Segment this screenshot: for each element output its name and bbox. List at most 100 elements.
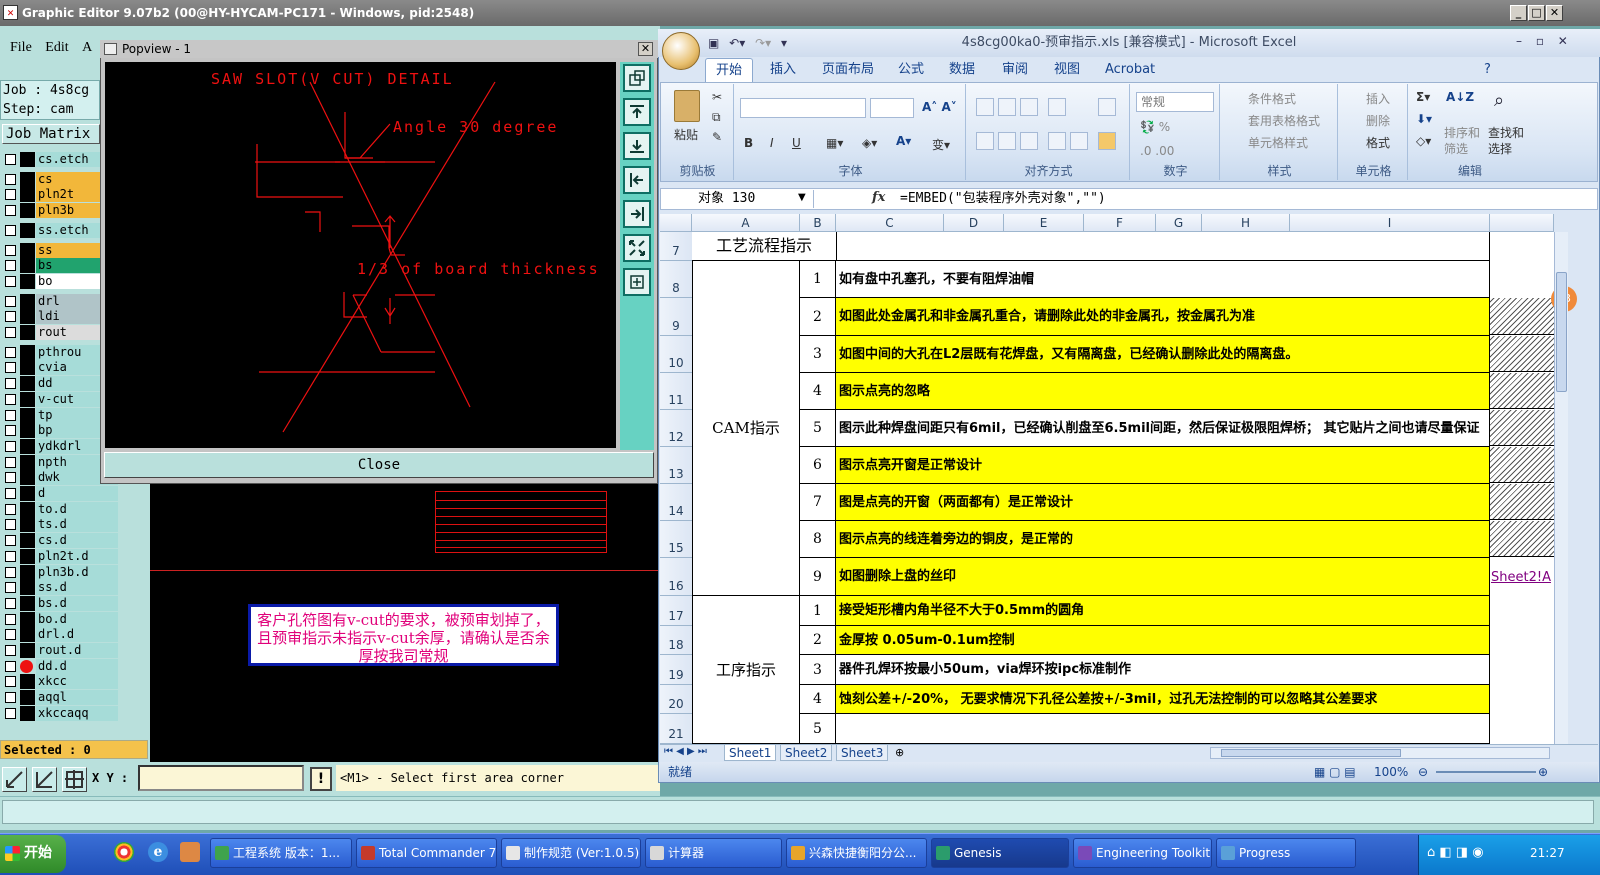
layer-checkbox[interactable] xyxy=(5,503,16,515)
tab-page-layout[interactable]: 页面布局 xyxy=(822,58,874,82)
column-header[interactable]: D xyxy=(944,214,1004,232)
taskbar-item[interactable]: Genesis xyxy=(931,838,1069,868)
row-header[interactable]: 8 xyxy=(660,261,692,298)
popview-close-icon[interactable]: ✕ xyxy=(638,42,653,56)
fill-icon[interactable]: ⬇▾ xyxy=(1416,112,1432,126)
layer-checkbox[interactable] xyxy=(5,692,16,704)
font-name-select[interactable] xyxy=(740,98,866,118)
layer-row[interactable]: rout.d xyxy=(0,643,118,658)
xy-input[interactable] xyxy=(138,765,304,791)
column-header[interactable] xyxy=(1490,214,1554,232)
item-number-cell[interactable]: 4 xyxy=(800,685,836,714)
name-box[interactable]: 对象 130 xyxy=(662,190,814,208)
layer-row[interactable]: xkccaqq xyxy=(0,705,118,721)
align-bottom-icon[interactable] xyxy=(1020,98,1038,116)
sheet-link[interactable]: Sheet2!A xyxy=(1491,570,1551,585)
layer-checkbox[interactable] xyxy=(5,550,16,562)
copy-icon[interactable]: ⧉ xyxy=(712,110,721,125)
item-number-cell[interactable]: 4 xyxy=(800,373,836,410)
find-select-button[interactable]: 查找和 xyxy=(1488,124,1524,141)
underline-icon[interactable]: U xyxy=(792,136,801,150)
layer-checkbox[interactable] xyxy=(5,629,16,641)
increase-indent-icon[interactable] xyxy=(1070,132,1088,150)
item-number-cell[interactable]: 2 xyxy=(800,298,836,336)
layer-checkbox[interactable] xyxy=(5,425,16,437)
format-button[interactable]: 格式 xyxy=(1366,134,1390,151)
popview-title-bar[interactable]: Popview - 1 xyxy=(100,40,658,58)
taskbar-item[interactable]: 计算器 xyxy=(645,838,782,868)
layer-checkbox[interactable] xyxy=(5,582,16,594)
italic-icon[interactable]: I xyxy=(770,136,774,150)
minimize-button[interactable]: _ xyxy=(1510,5,1527,21)
app-quick-icon[interactable] xyxy=(180,842,200,862)
row-header[interactable]: 21 xyxy=(660,714,692,744)
column-header[interactable]: C xyxy=(836,214,944,232)
h-scroll-thumb[interactable] xyxy=(1221,749,1401,757)
row-header[interactable]: 19 xyxy=(660,655,692,685)
decimal-icon[interactable]: .0 .00 xyxy=(1140,144,1174,158)
zoom-in-icon[interactable]: ⊕ xyxy=(1538,762,1548,782)
zoom-out-icon[interactable]: ⊖ xyxy=(1418,762,1428,782)
layer-row[interactable]: xkcc xyxy=(0,674,118,690)
layer-row[interactable]: aqql xyxy=(0,690,118,706)
tab-data[interactable]: 数据 xyxy=(949,58,975,82)
format-painter-icon[interactable]: ✎ xyxy=(712,130,722,144)
embedded-image[interactable] xyxy=(1489,521,1554,557)
close-button[interactable]: ✕ xyxy=(1546,5,1563,21)
job-matrix-button[interactable]: Job Matrix xyxy=(2,124,100,144)
table-format-button[interactable]: 套用表格格式 xyxy=(1248,112,1320,129)
orientation-icon[interactable] xyxy=(1048,98,1066,116)
excel-minimize-icon[interactable]: – xyxy=(1516,34,1522,48)
save-icon[interactable]: ▣ xyxy=(708,36,719,50)
vertical-scrollbar[interactable] xyxy=(1554,232,1568,744)
layer-row[interactable]: pln3b.d xyxy=(0,564,118,580)
menu-more[interactable]: A xyxy=(82,40,92,55)
layer-row[interactable]: drl.d xyxy=(0,627,118,643)
tray-icons[interactable]: ⌂ ◧ ◨ ◉ xyxy=(1427,845,1484,860)
delete-button[interactable]: 删除 xyxy=(1366,112,1390,129)
zoom-slider[interactable] xyxy=(1436,771,1536,773)
instruction-cell[interactable] xyxy=(836,714,1490,744)
tab-review[interactable]: 审阅 xyxy=(1002,58,1028,82)
number-format-select[interactable]: 常规 xyxy=(1136,92,1214,112)
sheet-nav-icons[interactable]: ⏮ ◀ ▶ ⏭ xyxy=(664,746,707,757)
column-header[interactable]: F xyxy=(1084,214,1156,232)
view-buttons-icon[interactable]: ▦ ▢ ▤ xyxy=(1314,762,1356,782)
item-number-cell[interactable]: 5 xyxy=(800,410,836,447)
cut-icon[interactable]: ✂ xyxy=(712,90,722,104)
column-header[interactable]: I xyxy=(1290,214,1490,232)
layer-row[interactable]: bo.d xyxy=(0,611,118,627)
taskbar-item[interactable]: 制作规范 (Ver:1.0.5) xyxy=(501,838,641,868)
item-number-cell[interactable]: 8 xyxy=(800,521,836,558)
row-header[interactable]: 12 xyxy=(660,410,692,447)
item-number-cell[interactable]: 6 xyxy=(800,447,836,484)
horizontal-scrollbar[interactable] xyxy=(1210,747,1550,759)
instruction-cell[interactable]: 金厚按 0.05um-0.1um控制 xyxy=(836,626,1490,655)
item-number-cell[interactable]: 1 xyxy=(800,261,836,298)
layer-row[interactable]: ts.d xyxy=(0,517,118,533)
item-number-cell[interactable]: 7 xyxy=(800,484,836,521)
layer-checkbox[interactable] xyxy=(5,676,16,688)
scroll-thumb[interactable] xyxy=(1556,272,1567,392)
layer-checkbox[interactable] xyxy=(5,393,16,405)
taskbar-item[interactable]: 工程系统 版本：1... xyxy=(210,838,352,868)
layer-checkbox[interactable] xyxy=(5,660,16,672)
item-number-cell[interactable]: 9 xyxy=(800,558,836,596)
embedded-image[interactable] xyxy=(1489,373,1554,409)
conditional-format-button[interactable]: 条件格式 xyxy=(1248,90,1296,107)
tab-view[interactable]: 视图 xyxy=(1054,58,1080,82)
item-number-cell[interactable]: 2 xyxy=(800,626,836,655)
border-icon[interactable]: ▦▾ xyxy=(826,136,843,150)
fx-icon[interactable]: fx xyxy=(872,190,885,205)
layer-checkbox[interactable] xyxy=(5,173,16,185)
sort-icon[interactable]: A↓Z xyxy=(1446,90,1474,104)
sheet-tab[interactable]: Sheet2 xyxy=(780,745,833,761)
zoom-level[interactable]: 100% xyxy=(1374,762,1408,782)
execute-button[interactable]: ! xyxy=(310,767,332,791)
pan-left-icon[interactable] xyxy=(623,166,651,194)
chrome-icon[interactable] xyxy=(114,842,134,862)
instruction-cell[interactable]: 如图此处金属孔和非金属孔重合，请删除此处的非金属孔，按金属孔为准 xyxy=(836,298,1490,336)
fill-color-icon[interactable]: ◈▾ xyxy=(862,136,877,150)
layer-checkbox[interactable] xyxy=(5,645,16,656)
pan-up-icon[interactable] xyxy=(623,98,651,126)
